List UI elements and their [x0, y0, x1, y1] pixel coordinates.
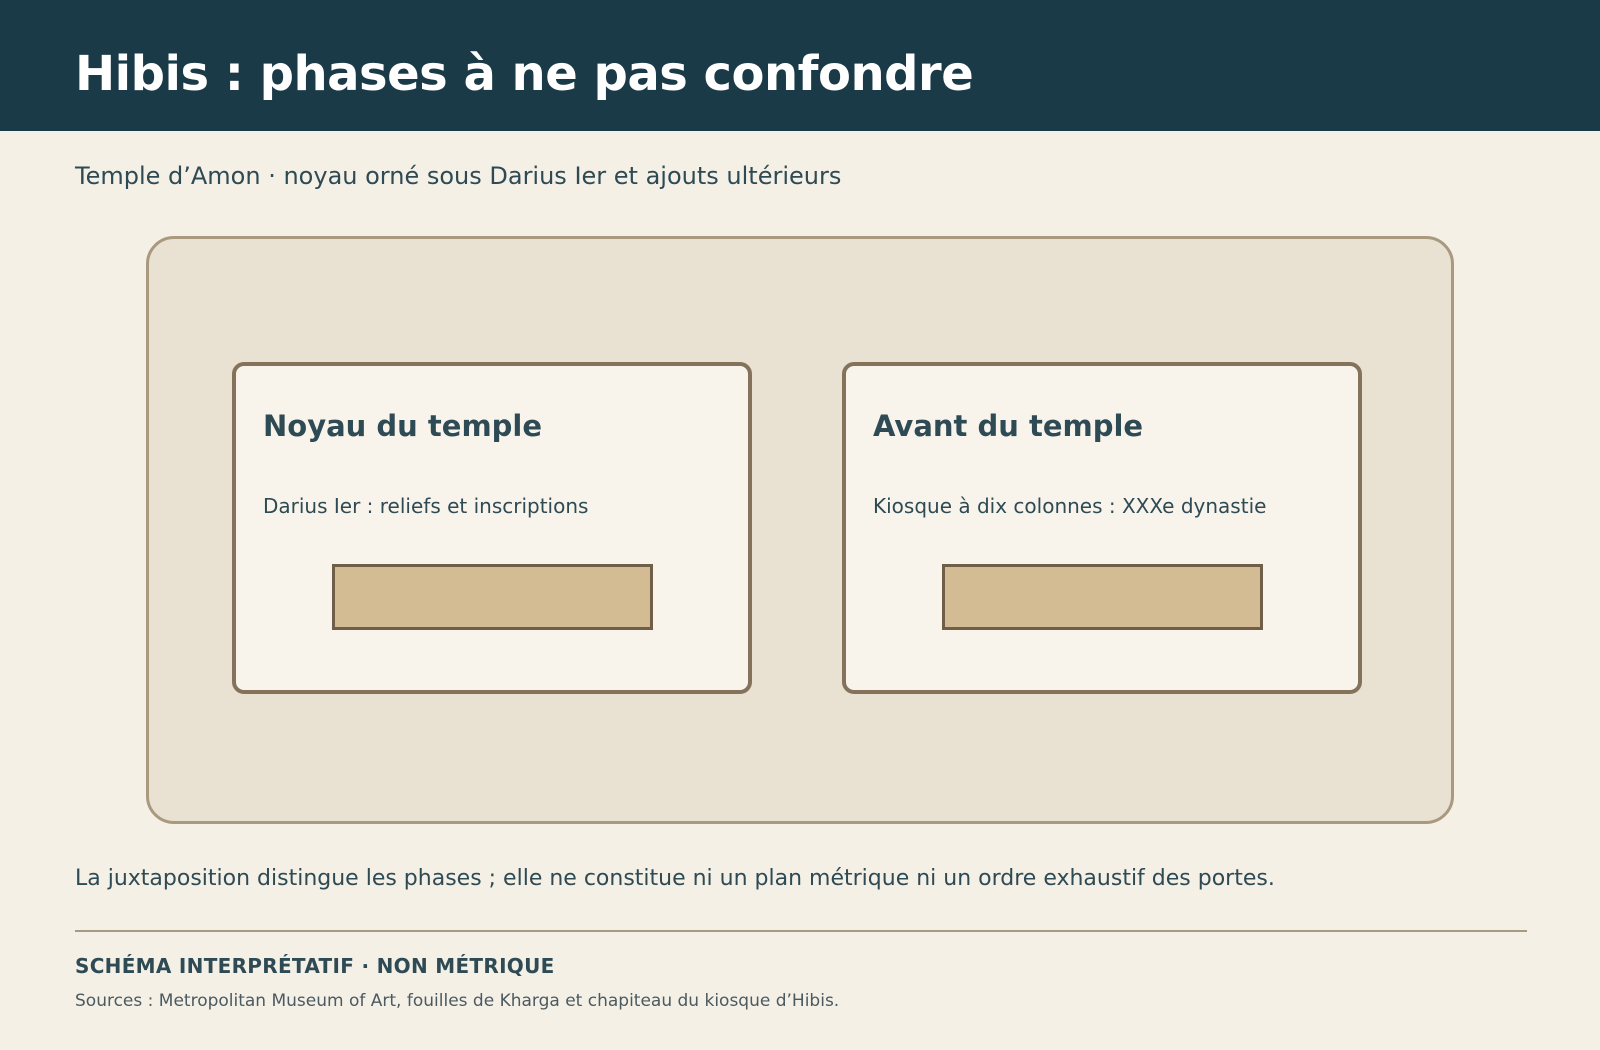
card-temple-core: Noyau du temple Darius Ier : reliefs et …	[232, 362, 752, 694]
phase-block	[332, 564, 653, 630]
divider	[75, 930, 1527, 932]
footer-sources: Sources : Metropolitan Museum of Art, fo…	[75, 991, 840, 1011]
footer-label: SCHÉMA INTERPRÉTATIF · NON MÉTRIQUE	[75, 954, 555, 978]
card-temple-front: Avant du temple Kiosque à dix colonnes :…	[842, 362, 1362, 694]
page-header: Hibis : phases à ne pas confondre	[0, 0, 1600, 131]
card-title: Noyau du temple	[263, 409, 543, 443]
card-title: Avant du temple	[873, 409, 1144, 443]
page-title: Hibis : phases à ne pas confondre	[75, 46, 974, 102]
card-description: Darius Ier : reliefs et inscriptions	[263, 494, 589, 518]
page-subtitle: Temple d’Amon · noyau orné sous Darius I…	[75, 162, 842, 190]
diagram-note: La juxtaposition distingue les phases ; …	[75, 866, 1275, 891]
diagram-panel: Noyau du temple Darius Ier : reliefs et …	[146, 236, 1454, 824]
card-description: Kiosque à dix colonnes : XXXe dynastie	[873, 494, 1267, 518]
phase-block	[942, 564, 1263, 630]
